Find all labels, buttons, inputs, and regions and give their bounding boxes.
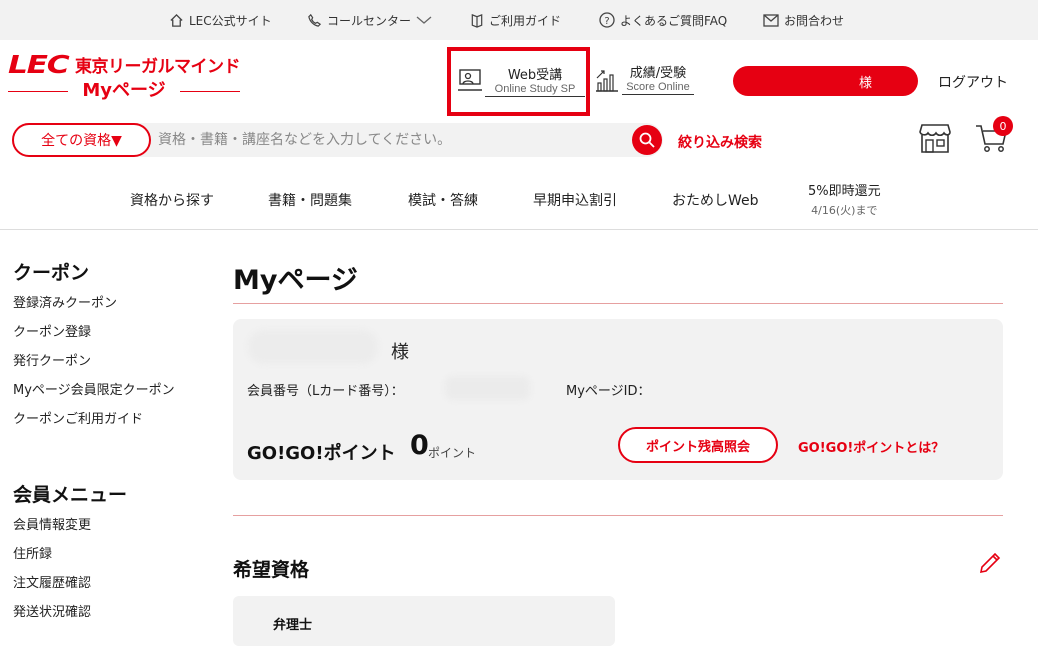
member-number-redacted	[445, 376, 530, 400]
user-name-button[interactable]: 様	[733, 66, 918, 96]
title-divider	[233, 303, 1003, 304]
nav-trial-web[interactable]: おためしWeb	[672, 190, 759, 210]
user-suffix: 様	[859, 76, 873, 91]
search-icon	[639, 132, 655, 148]
lec-official-link[interactable]: LEC公式サイト	[169, 0, 272, 40]
page-title: Myページ	[233, 265, 358, 296]
promo-title: 5%即時還元	[808, 184, 881, 199]
question-icon: ?	[599, 12, 615, 28]
points-about-link[interactable]: GO!GO!ポイントとは？	[798, 437, 944, 456]
usage-guide-link[interactable]: ご利用ガイド	[470, 0, 561, 40]
nav-early-discount[interactable]: 早期申込割引	[533, 190, 617, 210]
sidebar-item-coupon-register[interactable]: クーポン登録	[13, 321, 91, 340]
points-balance-button[interactable]: ポイント残高照会	[618, 427, 778, 463]
home-icon	[170, 13, 183, 27]
edit-wish-button[interactable]	[977, 550, 1003, 580]
promo-date: 4/16(火)まで	[811, 204, 878, 217]
sidebar-item-order-history[interactable]: 注文履歴確認	[13, 572, 91, 591]
pencil-icon	[979, 552, 1001, 574]
logo-brand: LEC	[8, 49, 70, 79]
sidebar-item-coupon-guide[interactable]: クーポンご利用ガイド	[13, 408, 143, 427]
nav-mock-exams[interactable]: 模試・答練	[408, 190, 478, 210]
nav-find-qualification[interactable]: 資格から探す	[130, 190, 214, 210]
sidebar-item-issued-coupons[interactable]: 発行クーポン	[13, 350, 91, 369]
phone-icon	[308, 13, 322, 27]
sidebar-item-address-book[interactable]: 住所録	[13, 543, 52, 562]
store-button[interactable]	[918, 122, 952, 158]
sidebar-coupon-heading: クーポン	[13, 262, 90, 284]
section-divider	[233, 515, 1003, 516]
contact-link[interactable]: お問合わせ	[763, 0, 844, 40]
nav-books[interactable]: 書籍・問題集	[268, 190, 352, 210]
web-study-button[interactable]: Web受講 Online Study SP	[447, 47, 590, 116]
chevron-down-icon	[416, 16, 432, 24]
call-center-dropdown[interactable]: コールセンター	[307, 0, 437, 40]
sidebar-member-heading: 会員メニュー	[13, 484, 128, 506]
logout-link[interactable]: ログアウト	[938, 72, 1008, 92]
sidebar-item-shipping-status[interactable]: 発送状況確認	[13, 601, 91, 620]
chart-icon	[596, 70, 618, 92]
nav-divider	[0, 229, 1038, 230]
member-name-suffix: 様	[391, 342, 409, 363]
logo-mypage: Myページ	[82, 80, 166, 101]
guide-icon	[471, 13, 483, 28]
points-label: GO!GO!ポイント	[247, 443, 396, 464]
nav-promo-cashback[interactable]: 5%即時還元 4/16(火)まで	[808, 180, 881, 218]
faq-link[interactable]: ? よくあるご質問FAQ	[599, 0, 727, 40]
score-title: 成績/受験	[629, 66, 687, 81]
sidebar-item-member-info[interactable]: 会員情報変更	[13, 514, 91, 533]
online-study-icon	[458, 69, 482, 91]
member-number-label: 会員番号（Lカード番号）：	[247, 384, 404, 399]
utility-bar: LEC公式サイト コールセンター ご利用ガイド ? よくあるご質問FAQ お問合…	[0, 0, 1038, 40]
sidebar-item-registered-coupons[interactable]: 登録済みクーポン	[13, 292, 117, 311]
score-subtitle: Score Online	[622, 81, 694, 95]
member-name-redacted	[248, 330, 378, 364]
lec-official-label: LEC公式サイト	[189, 13, 272, 28]
refine-search-link[interactable]: 絞り込み検索	[678, 132, 762, 152]
mail-icon	[763, 13, 779, 27]
site-logo[interactable]: LEC 東京リーガルマインド Myページ	[8, 49, 241, 105]
search-button[interactable]	[632, 125, 662, 155]
web-study-subtitle: Online Study SP	[485, 83, 585, 97]
svg-text:?: ?	[604, 16, 609, 27]
points-unit: ポイント	[428, 446, 477, 460]
web-study-title: Web受講	[507, 68, 563, 83]
wish-qualification-item: 弁理士	[273, 618, 313, 633]
contact-label: お問合わせ	[784, 13, 845, 28]
points-value: 0	[410, 430, 429, 461]
mypage-id-label: MyページID：	[566, 384, 651, 399]
sidebar-item-member-coupons[interactable]: Myページ会員限定クーポン	[13, 379, 175, 398]
faq-label: よくあるご質問FAQ	[620, 13, 728, 28]
store-icon	[919, 124, 951, 153]
search-input[interactable]	[158, 123, 628, 157]
search-bar: 全ての資格▼	[12, 123, 663, 157]
cart-count-badge: 0	[993, 116, 1013, 136]
call-center-label: コールセンター	[327, 13, 412, 28]
qualification-select[interactable]: 全ての資格▼	[12, 123, 151, 157]
wish-qualification-heading: 希望資格	[233, 559, 310, 581]
usage-guide-label: ご利用ガイド	[489, 13, 562, 28]
logo-company-name: 東京リーガルマインド	[75, 56, 241, 77]
